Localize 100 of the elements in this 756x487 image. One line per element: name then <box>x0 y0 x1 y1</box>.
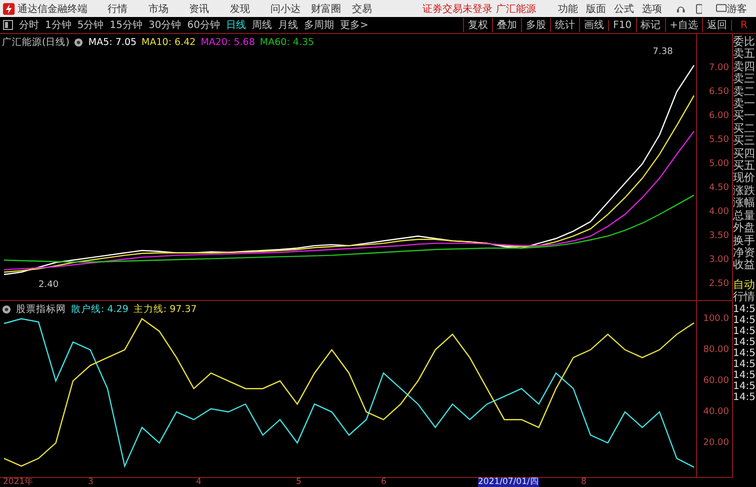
quote-label: 卖二 <box>733 86 756 98</box>
quote-label: 卖三 <box>733 73 756 86</box>
toolbar-button[interactable]: 多股 <box>521 18 550 32</box>
chart-title: 广汇能源(日线) <box>2 36 70 49</box>
period-tab[interactable]: 15分钟 <box>110 18 142 32</box>
trade-time: 14:5 <box>733 314 756 326</box>
trade-time: 14:5 <box>733 348 756 359</box>
period-tab[interactable]: 周线 <box>252 18 272 32</box>
menu-item[interactable]: 功能 <box>558 2 578 16</box>
trade-time: 14:5 <box>733 392 756 403</box>
quote-label: 委比 <box>733 36 756 48</box>
chart-title: 股票指标网 <box>16 303 66 316</box>
menu-item[interactable]: 问小达 <box>270 2 312 16</box>
period-tab[interactable]: 更多> <box>340 18 368 32</box>
quote-label: 涨跌 <box>733 184 756 197</box>
menu-item[interactable]: 公式 <box>614 2 634 16</box>
menu-item[interactable]: 资讯 <box>189 2 230 16</box>
legend-value: MA60: 4.35 <box>260 37 314 48</box>
corner-mark: R <box>731 20 756 30</box>
date-label: 4 <box>196 478 202 487</box>
toolbar-button[interactable]: +自选 <box>664 18 702 32</box>
quote-label: 换手 <box>733 234 756 247</box>
toolbar-button[interactable]: 复权 <box>463 18 492 32</box>
trade-time: 14:5 <box>733 380 756 392</box>
period-tab[interactable]: 多周期 <box>304 18 334 32</box>
axis-label: 7.00 <box>708 62 729 73</box>
period-tab[interactable]: 30分钟 <box>148 18 182 32</box>
app-logo-icon <box>3 2 15 14</box>
quote-label: 买一 <box>733 110 756 123</box>
quote-label: 涨幅 <box>733 197 756 210</box>
period-tab[interactable]: 分时 <box>19 18 39 32</box>
trade-time: 14:5 <box>733 358 756 370</box>
axis-label: 6.50 <box>708 86 729 97</box>
menu-item[interactable]: 行情 <box>108 2 148 16</box>
axis-label: 3.00 <box>708 255 729 266</box>
quote-label: 买二 <box>733 122 756 135</box>
high-price-label: 7.38 <box>652 47 673 58</box>
axis-label: 5.00 <box>708 158 729 169</box>
legend-value: 主力线: 97.37 <box>133 303 197 316</box>
axis-label: 40.00 <box>703 407 729 418</box>
quote-label: 买五 <box>733 160 756 172</box>
user-label[interactable]: 游客 <box>727 2 747 16</box>
period-tab[interactable]: 5分钟 <box>77 18 104 32</box>
legend-value: MA20: 5.68 <box>200 37 255 48</box>
app-title: 通达信金融终端 <box>18 2 88 16</box>
menu-item[interactable]: 财富圈 <box>311 2 352 16</box>
quote-label: 外盘 <box>733 222 756 234</box>
period-tab[interactable]: 日线 <box>226 18 246 32</box>
quote-label: 总量 <box>733 210 756 222</box>
gear-icon[interactable] <box>74 38 84 47</box>
axis-label: 3.50 <box>708 231 729 242</box>
menu-item[interactable]: 交易 <box>352 2 393 16</box>
toolbar-button[interactable]: 标记 <box>636 18 665 32</box>
date-label: 5 <box>296 478 302 487</box>
menu-item[interactable]: 版面 <box>586 2 606 16</box>
date-label: 2021年 <box>3 478 34 487</box>
quote-label: 买四 <box>733 148 756 160</box>
toolbar-button[interactable]: 统计 <box>550 18 580 32</box>
message-icon[interactable] <box>716 4 727 13</box>
toolbar-button[interactable]: F10 <box>608 20 636 30</box>
axis-label: 60.00 <box>703 376 729 386</box>
axis-label: 4.50 <box>708 182 729 193</box>
quote-label: 卖四 <box>733 60 756 73</box>
trade-time: 14:5 <box>733 370 756 381</box>
mode-label: 自动 <box>733 278 756 291</box>
quote-label: 卖五 <box>733 48 756 61</box>
menu-item[interactable]: 发现 <box>230 2 271 16</box>
period-tab[interactable]: 1分钟 <box>45 18 72 32</box>
axis-label: 100.0 <box>703 314 729 324</box>
trade-time: 14:5 <box>733 326 756 337</box>
axis-label: 80.00 <box>703 345 729 356</box>
gear-icon[interactable] <box>2 305 11 314</box>
date-label: 8 <box>581 478 586 487</box>
axis-label: 20.00 <box>703 438 729 448</box>
period-tab[interactable]: 月线 <box>278 18 298 32</box>
legend-value: 散户线: 4.29 <box>71 303 128 316</box>
quote-label: 买三 <box>733 135 756 148</box>
headset-icon[interactable] <box>676 4 686 14</box>
menu-item[interactable]: 市场 <box>148 2 190 16</box>
toolbar-button[interactable]: 叠加 <box>492 18 522 32</box>
login-notice[interactable]: 证券交易未登录 广汇能源 <box>422 2 536 16</box>
period-tab[interactable]: 60分钟 <box>187 18 220 32</box>
phone-icon[interactable] <box>696 4 702 14</box>
trade-time: 14:5 <box>733 336 756 348</box>
axis-label: 2.50 <box>708 279 729 290</box>
toolbar-button[interactable]: 画线 <box>579 18 608 32</box>
trade-time: 14:5 <box>733 304 756 315</box>
axis-label: 6.00 <box>708 110 729 121</box>
toolbar-button[interactable]: 返回 <box>702 18 731 32</box>
legend-value: MA10: 6.42 <box>142 37 196 48</box>
panel-toggle-icon[interactable] <box>3 20 13 30</box>
menu-item[interactable]: 选项 <box>642 2 662 16</box>
legend-value: MA5: 7.05 <box>88 37 137 48</box>
mode-label: 行情 <box>733 291 756 304</box>
quote-label: 现价 <box>733 172 756 185</box>
date-label: 3 <box>88 478 94 487</box>
axis-label: 4.00 <box>708 207 729 217</box>
date-label: 6 <box>381 478 386 487</box>
quote-label: 卖一 <box>733 98 756 110</box>
axis-label: 5.50 <box>708 134 729 145</box>
